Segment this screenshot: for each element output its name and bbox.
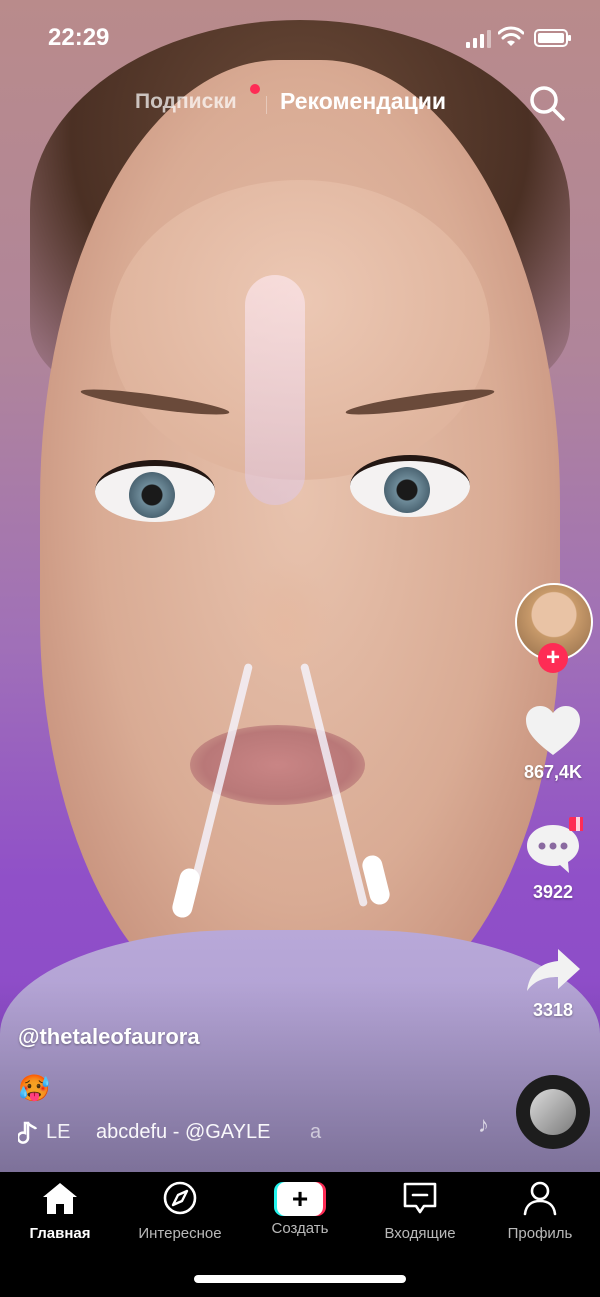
video-player[interactable]	[0, 0, 600, 1172]
compass-icon	[163, 1181, 197, 1215]
tab-following[interactable]: Подписки	[135, 90, 237, 114]
music-note-icon	[18, 1121, 38, 1144]
inbox-icon	[403, 1182, 437, 1214]
nav-inbox-label: Входящие	[384, 1225, 456, 1242]
follow-button[interactable]: +	[538, 643, 568, 673]
home-icon	[43, 1183, 77, 1214]
left-eye	[95, 460, 215, 522]
status-time: 22:29	[48, 24, 110, 51]
music-prefix: LE	[46, 1121, 71, 1143]
home-indicator	[194, 1275, 406, 1283]
music-title: abcdefu - @GAYLE	[96, 1121, 271, 1143]
music-disc[interactable]	[516, 1075, 590, 1149]
music-suffix: a	[310, 1121, 322, 1143]
like-button[interactable]: 867,4K	[513, 705, 593, 783]
feed-tabs: Подписки Рекомендации	[0, 80, 600, 130]
nav-create[interactable]: + Создать	[240, 1180, 360, 1237]
wifi-icon	[498, 26, 524, 46]
notification-dot	[250, 84, 260, 94]
battery-icon	[534, 29, 571, 47]
share-button[interactable]: 3318	[513, 945, 593, 1021]
music-ticker[interactable]: LE abcdefu - @GAYLE a	[18, 1121, 338, 1147]
nav-profile-label: Профиль	[507, 1225, 573, 1242]
comment-count: 3922	[532, 882, 574, 902]
nav-discover[interactable]: Интересное	[120, 1180, 240, 1242]
status-bar: 22:29	[0, 0, 600, 80]
nav-create-label: Создать	[271, 1220, 329, 1237]
profile-icon	[523, 1181, 557, 1216]
video-username[interactable]: @thetaleofaurora	[18, 1024, 200, 1050]
search-icon[interactable]	[528, 84, 566, 122]
comment-button[interactable]: 3922	[513, 815, 593, 903]
nose	[235, 560, 335, 670]
right-eye	[350, 455, 470, 517]
comment-icon	[527, 817, 587, 873]
signal-icon	[466, 30, 491, 48]
music-cover	[530, 1089, 576, 1135]
heart-icon	[526, 706, 580, 755]
nav-discover-label: Интересное	[138, 1225, 222, 1242]
tab-for-you[interactable]: Рекомендации	[280, 88, 446, 115]
tab-divider	[266, 96, 267, 114]
create-icon: +	[274, 1182, 326, 1216]
nav-home[interactable]: Главная	[0, 1180, 120, 1242]
video-caption: 🥵	[18, 1073, 51, 1103]
nav-inbox[interactable]: Входящие	[360, 1180, 480, 1242]
like-count: 867,4K	[523, 762, 583, 782]
share-arrow-icon	[527, 949, 580, 991]
nav-profile[interactable]: Профиль	[480, 1180, 600, 1242]
share-count: 3318	[532, 1000, 574, 1020]
nav-home-label: Главная	[29, 1225, 91, 1242]
forehead-gloss	[245, 275, 305, 505]
floating-note-icon: ♪	[478, 1112, 489, 1137]
